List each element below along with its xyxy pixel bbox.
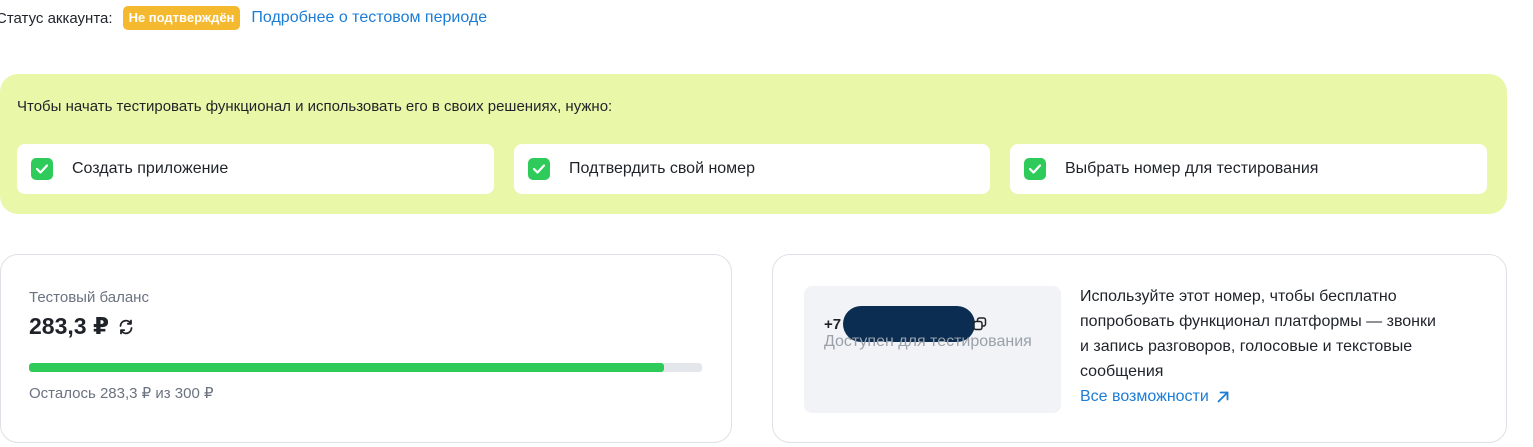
step-label: Выбрать номер для тестирования [1065,160,1319,177]
balance-caption: Тестовый баланс [29,289,149,306]
step-confirm-number[interactable]: Подтвердить свой номер [514,144,990,194]
balance-progress-bar [29,363,702,372]
balance-remaining: Осталось 283,3 ₽ из 300 ₽ [29,385,214,402]
account-status-row: Статус аккаунта: Не подтверждён Подробне… [0,5,487,31]
onboarding-title: Чтобы начать тестировать функционал и ис… [17,98,613,115]
trial-info-link[interactable]: Подробнее о тестовом периоде [251,9,487,27]
step-label: Создать приложение [72,160,229,177]
step-label: Подтвердить свой номер [569,160,755,177]
all-features-link[interactable]: Все возможности [1080,388,1230,406]
balance-value-row: 283,3 ₽ [29,313,135,340]
check-icon [31,158,53,180]
balance-progress-fill [29,363,665,372]
balance-card: Тестовый баланс 283,3 ₽ Осталось 283,3 ₽… [0,254,732,443]
status-badge: Не подтверждён [122,6,241,30]
copy-icon[interactable] [973,317,987,331]
step-create-app[interactable]: Создать приложение [17,144,494,194]
test-number-box: +7 Доступен для тестирования [804,286,1061,413]
check-icon [1024,158,1046,180]
balance-value: 283,3 ₽ [29,313,109,339]
refresh-icon[interactable] [117,318,135,336]
step-choose-test-number[interactable]: Выбрать номер для тестирования [1010,144,1487,194]
test-number-card: +7 Доступен для тестирования Используйте… [772,254,1507,443]
onboarding-panel: Чтобы начать тестировать функционал и ис… [0,74,1507,214]
all-features-label: Все возможности [1080,388,1209,405]
phone-number: +7 [824,315,842,333]
check-icon [528,158,550,180]
phone-status: Доступен для тестирования [824,333,1032,350]
arrow-up-right-icon [1216,390,1230,404]
test-number-description: Используйте этот номер, чтобы бесплатно … [1080,288,1436,380]
account-status-label: Статус аккаунта: [0,9,113,27]
